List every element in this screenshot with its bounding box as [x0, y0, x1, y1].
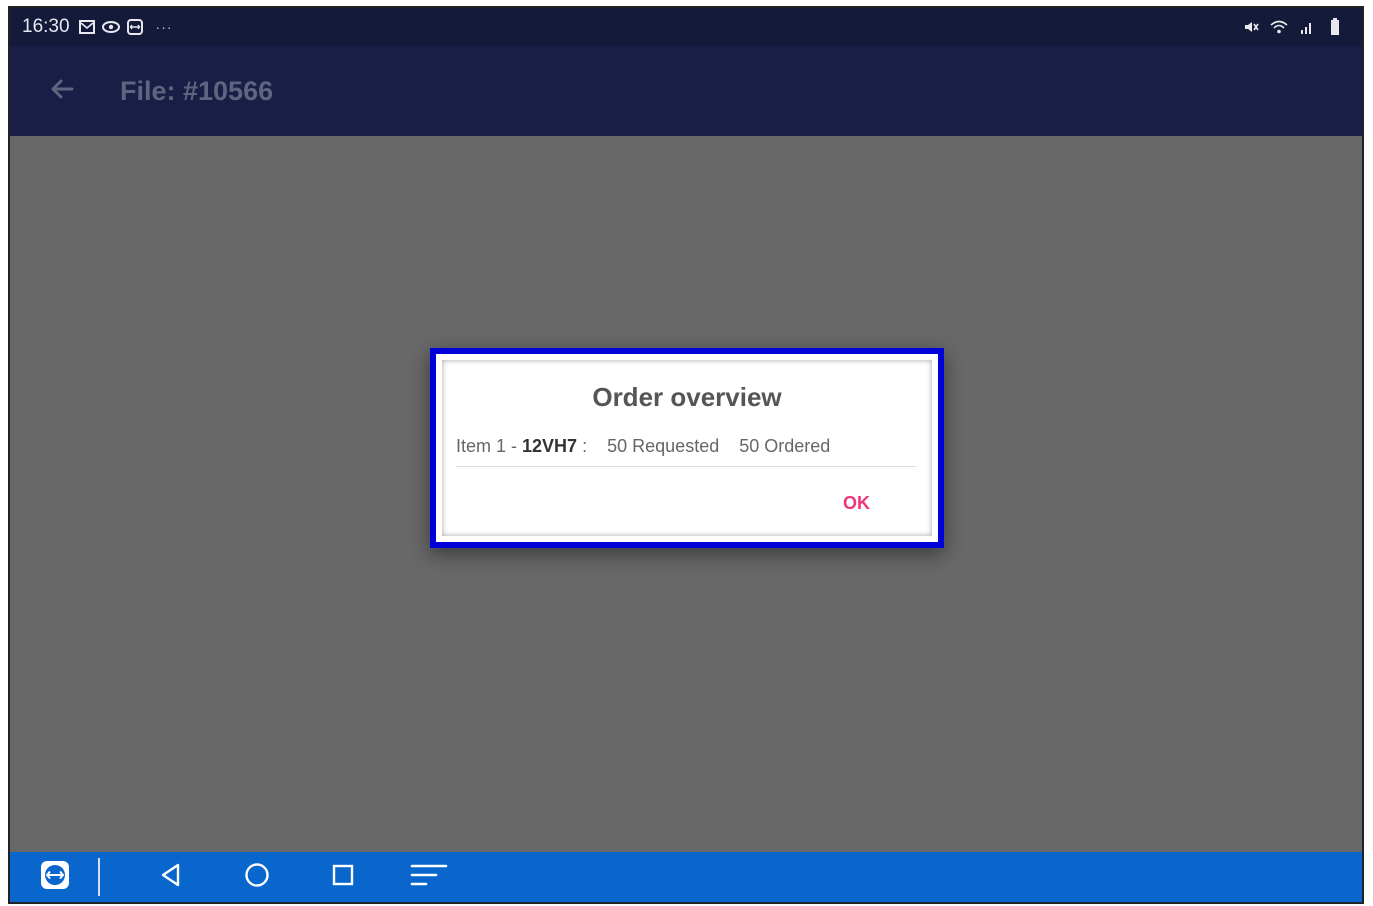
status-bar: 16:30 ··· — [10, 8, 1362, 46]
teamviewer-icon — [126, 18, 144, 36]
page-title: File: #10566 — [120, 75, 274, 106]
menu-lines-icon — [410, 862, 448, 893]
nav-back-button[interactable] — [128, 852, 214, 902]
status-time: 16:30 — [22, 16, 70, 37]
wifi-icon — [1270, 18, 1288, 36]
eye-icon — [101, 18, 120, 36]
nav-menu-button[interactable] — [386, 852, 472, 902]
app-bar: File: #10566 — [10, 46, 1362, 136]
dialog-title: Order overview — [592, 382, 782, 412]
status-right-icons — [1242, 18, 1350, 36]
mute-icon — [1242, 18, 1260, 36]
back-button[interactable] — [32, 61, 92, 121]
item-prefix: Item 1 - — [456, 436, 518, 456]
arrow-left-icon — [48, 75, 76, 108]
battery-icon — [1326, 18, 1344, 36]
gmail-icon — [78, 18, 96, 36]
item-code: 12VH7 — [522, 436, 578, 456]
status-more: ··· — [155, 19, 173, 35]
item-ordered: 50 Ordered — [739, 436, 831, 456]
item-requested: 50 Requested — [607, 436, 720, 456]
nav-home-button[interactable] — [214, 852, 300, 902]
dialog-highlight-frame: Order overview Item 1 - 12VH7 : 50 Reque… — [430, 348, 944, 548]
navigation-bar — [10, 852, 1362, 902]
teamviewer-nav-button[interactable] — [10, 852, 100, 902]
back-triangle-icon — [158, 862, 184, 893]
home-circle-icon — [244, 862, 270, 893]
device-screen: 16:30 ··· File: #10566 Order overview It… — [8, 6, 1364, 904]
nav-recents-button[interactable] — [300, 852, 386, 902]
teamviewer-icon — [39, 859, 71, 896]
recents-square-icon — [331, 863, 355, 892]
signal-icon — [1298, 18, 1316, 36]
ok-button[interactable]: OK — [837, 489, 876, 518]
item-separator: : — [582, 436, 588, 456]
order-overview-dialog: Order overview Item 1 - 12VH7 : 50 Reque… — [442, 360, 932, 536]
order-item-row: Item 1 - 12VH7 : 50 Requested 50 Ordered — [456, 436, 916, 467]
